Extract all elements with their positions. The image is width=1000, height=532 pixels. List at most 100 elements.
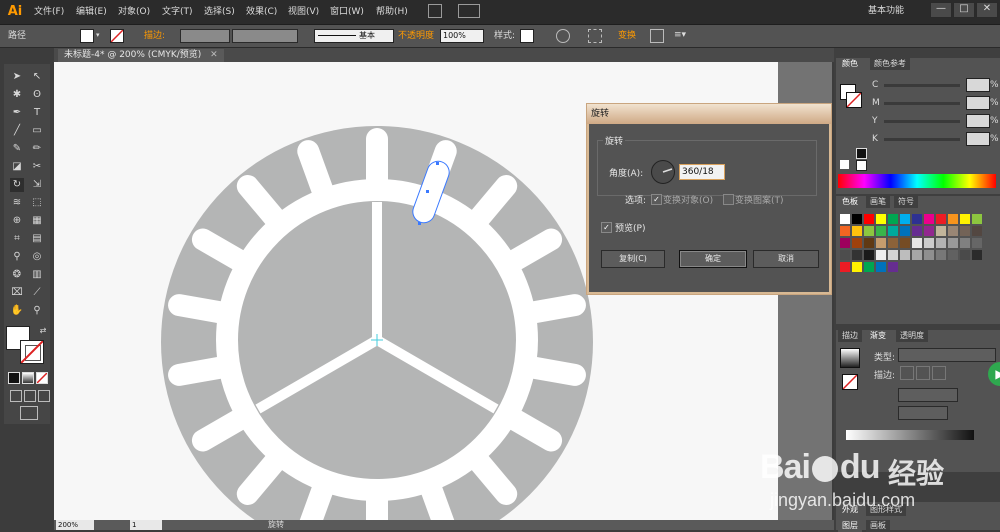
color-swatch[interactable] [840, 262, 850, 272]
transform-link[interactable]: 变换 [618, 29, 636, 43]
copy-button[interactable]: 复制(C) [601, 250, 665, 268]
color-mode-icon[interactable] [8, 372, 20, 384]
channel-m-slider[interactable] [884, 102, 960, 105]
tab-swatches[interactable]: 色板 [838, 196, 862, 208]
channel-k-input[interactable] [966, 132, 990, 146]
color-swatch[interactable] [972, 226, 982, 236]
opacity-input[interactable]: 100% [440, 29, 484, 43]
maximize-button[interactable]: □ [953, 2, 975, 18]
anchor-point[interactable] [418, 222, 421, 225]
color-swatch[interactable] [888, 214, 898, 224]
column-graph-tool-icon[interactable]: ▥ [30, 268, 44, 282]
stroke-within-icon[interactable] [900, 366, 914, 380]
width-tool-icon[interactable]: ≋ [10, 196, 24, 210]
chevron-down-icon[interactable]: ▾ [96, 31, 102, 39]
color-swatch[interactable] [948, 238, 958, 248]
none-mode-icon[interactable] [36, 372, 48, 384]
color-swatch[interactable] [864, 226, 874, 236]
fill-swatch[interactable] [80, 29, 94, 43]
pen-tool-icon[interactable]: ✒ [10, 106, 24, 120]
eyedropper-tool-icon[interactable]: ⚲ [10, 250, 24, 264]
aspect-dropdown[interactable] [898, 406, 948, 420]
menu-select[interactable]: 选择(S) [204, 4, 235, 20]
shape-builder-tool-icon[interactable]: ⊕ [10, 214, 24, 228]
color-swatch[interactable] [888, 262, 898, 272]
color-swatch[interactable] [864, 214, 874, 224]
magic-wand-tool-icon[interactable]: ✱ [10, 88, 24, 102]
color-swatch[interactable] [900, 250, 910, 260]
close-tab-icon[interactable]: ✕ [210, 50, 218, 60]
color-swatch[interactable] [948, 226, 958, 236]
color-swatch[interactable] [876, 214, 886, 224]
color-swatch[interactable] [912, 226, 922, 236]
color-swatch[interactable] [876, 262, 886, 272]
menu-window[interactable]: 窗口(W) [330, 4, 364, 20]
ok-button[interactable]: 确定 [679, 250, 747, 268]
tab-symbols[interactable]: 符号 [894, 196, 918, 208]
color-swatch[interactable] [888, 238, 898, 248]
line-tool-icon[interactable]: ╱ [10, 124, 24, 138]
color-swatch[interactable] [864, 262, 874, 272]
color-swatch[interactable] [852, 226, 862, 236]
color-swatch[interactable] [960, 214, 970, 224]
swap-colors-icon[interactable]: ⇄ [36, 324, 50, 338]
gradient-thumbnail[interactable] [840, 348, 860, 368]
gradient-fill-swatch[interactable] [842, 374, 858, 390]
tab-color[interactable]: 颜色 [838, 58, 862, 70]
color-swatch[interactable] [900, 214, 910, 224]
color-swatch[interactable] [948, 250, 958, 260]
blend-tool-icon[interactable]: ◎ [30, 250, 44, 264]
hand-tool-icon[interactable]: ✋ [10, 304, 24, 318]
direct-selection-tool-icon[interactable]: ↖ [30, 70, 44, 84]
menu-edit[interactable]: 编辑(E) [76, 4, 107, 20]
color-swatch[interactable] [864, 250, 874, 260]
draw-normal-icon[interactable] [10, 390, 22, 402]
channel-c-input[interactable] [966, 78, 990, 92]
bridge-icon[interactable] [428, 4, 442, 18]
angle-dropdown[interactable] [898, 388, 958, 402]
slice-tool-icon[interactable]: ⟋ [30, 286, 44, 300]
color-swatch[interactable] [912, 214, 922, 224]
stroke-weight-dropdown[interactable] [180, 29, 230, 43]
color-swatch[interactable] [888, 250, 898, 260]
dialog-title-bar[interactable]: 旋转 [587, 104, 831, 124]
color-swatch[interactable] [900, 238, 910, 248]
channel-m-input[interactable] [966, 96, 990, 110]
perspective-grid-tool-icon[interactable]: ▦ [30, 214, 44, 228]
transform-objects-checkbox[interactable]: ✓ [651, 194, 662, 205]
color-swatch[interactable] [852, 214, 862, 224]
graphic-style-swatch[interactable] [520, 29, 534, 43]
color-swatch[interactable] [900, 226, 910, 236]
angle-input[interactable]: 360/18 [679, 164, 725, 180]
menu-type[interactable]: 文字(T) [162, 4, 193, 20]
document-tab[interactable]: 未标题-4* @ 200% (CMYK/预览) ✕ [58, 49, 224, 62]
draw-behind-icon[interactable] [24, 390, 36, 402]
eraser-tool-icon[interactable]: ◪ [10, 160, 24, 174]
stroke-across-icon[interactable] [932, 366, 946, 380]
color-swatch[interactable] [852, 238, 862, 248]
tab-brushes[interactable]: 画笔 [866, 196, 890, 208]
workspace-switcher[interactable]: 基本功能 [868, 4, 938, 18]
gradient-slider[interactable] [846, 430, 974, 440]
tab-color-guide[interactable]: 颜色参考 [870, 58, 910, 70]
color-swatch[interactable] [948, 214, 958, 224]
color-swatch[interactable] [972, 214, 982, 224]
color-swatch[interactable] [840, 226, 850, 236]
color-swatch[interactable] [876, 250, 886, 260]
anchor-point[interactable] [426, 190, 429, 193]
color-spectrum[interactable] [838, 174, 996, 188]
angle-dial[interactable] [651, 160, 675, 184]
tab-transparency[interactable]: 透明度 [896, 330, 928, 342]
color-swatch[interactable] [852, 262, 862, 272]
close-button[interactable]: ✕ [976, 2, 998, 18]
type-tool-icon[interactable]: T [30, 106, 44, 120]
gradient-mode-icon[interactable] [22, 372, 34, 384]
gradient-type-dropdown[interactable] [898, 348, 996, 362]
color-swatch[interactable] [960, 238, 970, 248]
anchor-point[interactable] [436, 162, 439, 165]
zoom-input[interactable]: 200% [56, 520, 94, 530]
color-swatch[interactable] [924, 214, 934, 224]
menu-file[interactable]: 文件(F) [34, 4, 64, 20]
variable-width-dropdown[interactable] [232, 29, 298, 43]
lasso-tool-icon[interactable]: ʘ [30, 88, 44, 102]
